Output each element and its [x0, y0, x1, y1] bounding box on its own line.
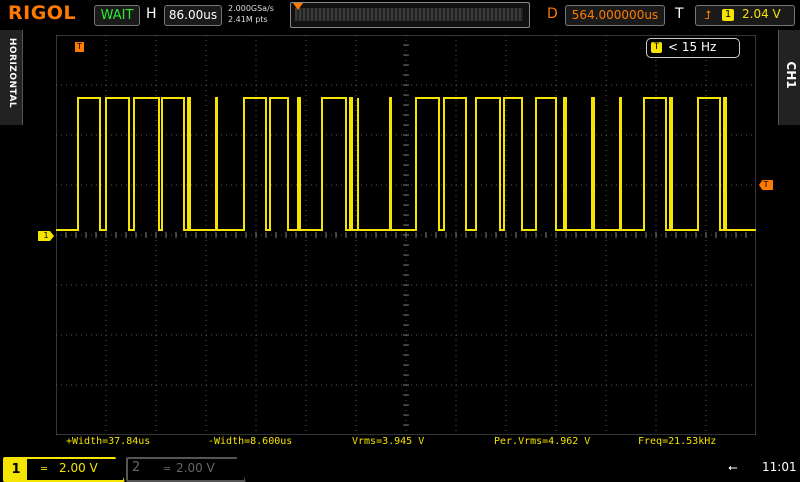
memory-depth: 2.41M pts [228, 15, 268, 24]
ch2-scale: 2.00 V [176, 461, 215, 475]
ch1-scale: 2.00 V [59, 461, 98, 475]
top-status-bar: RIGOL WAIT H 86.00us 2.000GSa/s 2.41M pt… [0, 0, 800, 30]
ch1-number: 1 [5, 459, 27, 480]
delay-label: D [547, 6, 558, 22]
measurement-freq: Freq=21.53kHz [638, 436, 717, 447]
ch1-tab-label: CH1 [784, 61, 798, 89]
timebase-value[interactable]: 86.00us [164, 5, 222, 26]
ch1-channel-tab[interactable]: 1 ═ 2.00 V [3, 457, 125, 482]
trigger-settings[interactable]: ⮥ 1 2.04 V [695, 5, 795, 26]
horizontal-tab-label: HORIZONTAL [7, 37, 17, 109]
trigger-label: T [675, 6, 684, 22]
waveform-display[interactable] [56, 35, 756, 435]
horizontal-label: H [146, 6, 157, 22]
trigger-badge: T [651, 42, 662, 53]
memory-depth-bar[interactable] [290, 2, 530, 28]
measurement-neg-width: -Width=8.600us [208, 436, 293, 447]
trigger-frequency-text: < 15 Hz [668, 40, 717, 54]
dc-coupling-icon: ═ [41, 464, 48, 475]
ch1-offset-marker[interactable]: 1 [38, 231, 54, 241]
trigger-level: 2.04 V [742, 7, 781, 21]
trigger-level-marker[interactable]: T [759, 180, 773, 190]
usb-icon: ⭠ [728, 460, 738, 474]
horizontal-menu-tab[interactable]: HORIZONTAL [0, 30, 23, 125]
system-clock: 11:01 [762, 460, 797, 474]
measurement-per-vrms: Per.Vrms=4.962 V [494, 436, 591, 447]
ch2-channel-tab[interactable]: 2 ═ 2.00 V [126, 457, 246, 482]
ch1-menu-tab[interactable]: CH1 [778, 30, 800, 125]
sample-info: 2.000GSa/s 2.41M pts [228, 3, 274, 25]
memory-waveform-preview [295, 8, 523, 21]
ch2-coupling-icon: ═ [164, 464, 171, 475]
trigger-position-pointer-icon [293, 3, 303, 10]
ch2-number: 2 [132, 460, 141, 475]
rising-edge-icon: ⮥ [704, 8, 712, 22]
trigger-frequency-counter: T < 15 Hz [646, 38, 740, 58]
bottom-channel-bar: 1 ═ 2.00 V 2 ═ 2.00 V ⭠ 11:01 [0, 455, 800, 482]
trigger-position-marker[interactable]: T [75, 42, 84, 52]
measurement-pos-width: +Width=37.84us [66, 436, 151, 447]
delay-value[interactable]: 564.000000us [565, 5, 665, 26]
trigger-source-badge: 1 [722, 9, 734, 21]
measurement-bar: +Width=37.84us -Width=8.600us Vrms=3.945… [56, 436, 756, 450]
measurement-vrms: Vrms=3.945 V [352, 436, 425, 447]
brand-logo: RIGOL [8, 2, 77, 24]
sample-rate: 2.000GSa/s [228, 4, 274, 13]
acquisition-status[interactable]: WAIT [94, 5, 140, 26]
